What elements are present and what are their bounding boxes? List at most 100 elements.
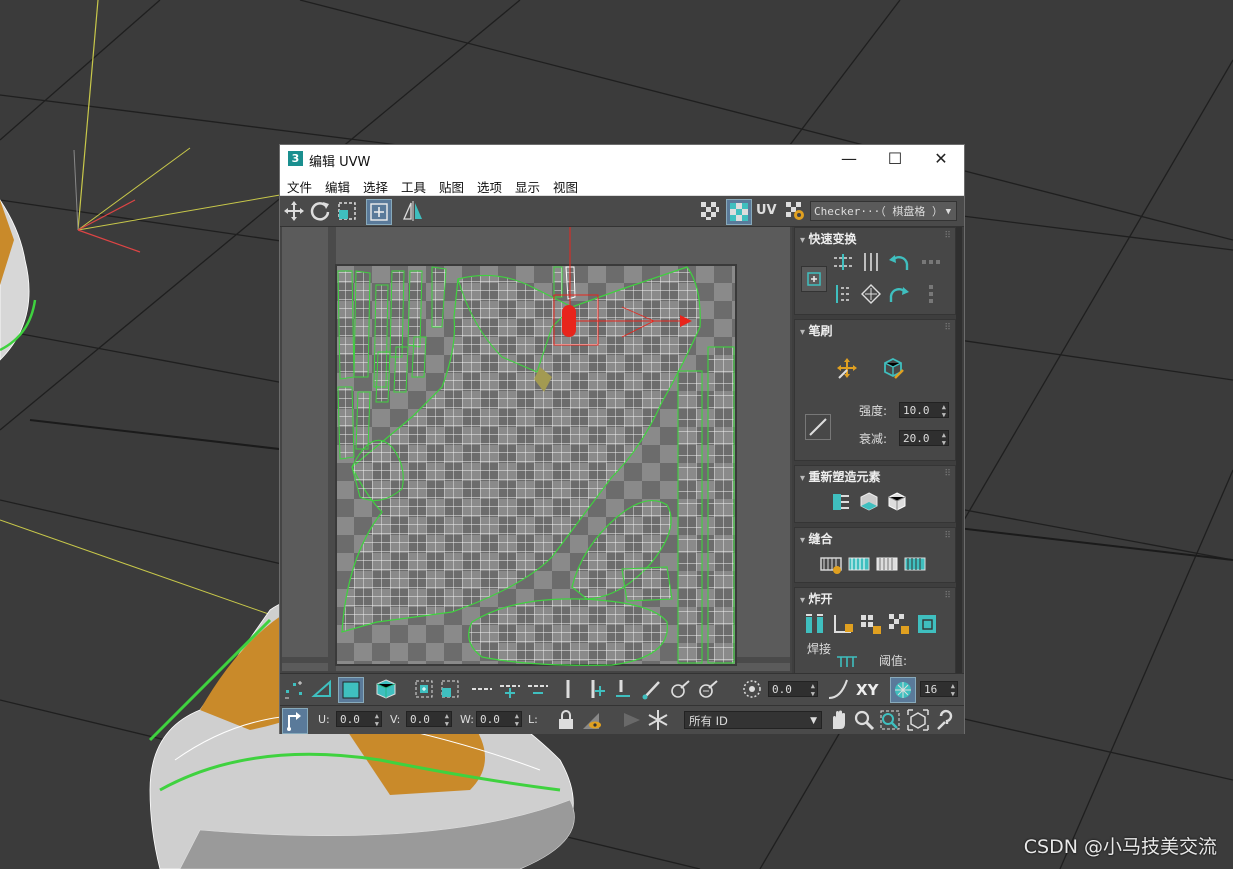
zoom-extents-icon[interactable]: [906, 708, 930, 732]
menu-mapping[interactable]: 贴图: [439, 177, 464, 196]
relax-brush-icon[interactable]: [881, 356, 905, 380]
soft-selection-spinner[interactable]: 0.0 ▲ ▼: [768, 681, 818, 698]
relax-icon[interactable]: [885, 490, 909, 514]
loop-shrink-icon[interactable]: [526, 677, 550, 701]
v-spinner[interactable]: 0.0 ▲ ▼: [406, 711, 452, 728]
stitch-to-target-icon[interactable]: [847, 552, 871, 576]
explode-by-material-icon[interactable]: [887, 612, 911, 636]
loop-grow-icon[interactable]: [498, 677, 522, 701]
rotate-ccw-icon[interactable]: [887, 250, 911, 274]
menu-display[interactable]: 显示: [515, 177, 540, 196]
paint-move-icon[interactable]: [835, 356, 859, 380]
freeze-icon[interactable]: [646, 708, 670, 732]
polygon-mode-icon[interactable]: [338, 677, 364, 703]
break-icon[interactable]: [803, 612, 827, 636]
lock-icon[interactable]: [554, 708, 578, 732]
pivot-align-icon[interactable]: [801, 266, 827, 292]
hide-show-icon[interactable]: [580, 708, 604, 732]
paint-select-shrink-icon[interactable]: [696, 677, 720, 701]
title-bar[interactable]: 3 编辑 UVW — ☐ ✕: [280, 145, 964, 173]
falloff-space-xy-button[interactable]: XY: [856, 681, 878, 699]
freeform-icon[interactable]: [366, 199, 392, 225]
rollout-explode[interactable]: 炸开 ⠿ 焊接 阈值:: [794, 587, 956, 673]
flatten-by-polygon-icon[interactable]: [915, 612, 939, 636]
minimize-button[interactable]: —: [826, 145, 872, 173]
move-icon[interactable]: [282, 199, 306, 223]
rollout-stitch[interactable]: 缝合 ⠿: [794, 527, 956, 583]
menu-edit[interactable]: 编辑: [325, 177, 350, 196]
stitch-to-source-icon[interactable]: [903, 552, 927, 576]
falloff-spinner[interactable]: 20.0 ▲ ▼: [899, 430, 949, 447]
grow-selection-icon[interactable]: [412, 677, 436, 701]
align-to-edge-icon[interactable]: [831, 282, 855, 306]
rotate-icon[interactable]: [308, 199, 332, 223]
falloff-curve-icon[interactable]: [826, 677, 850, 701]
strength-spinner[interactable]: 10.0 ▲ ▼: [899, 402, 949, 419]
pan-hand-icon[interactable]: [826, 708, 850, 732]
ring-grow-icon[interactable]: [584, 677, 608, 701]
spinner-arrows-icon: ▲ ▼: [941, 431, 946, 447]
relax-until-flat-icon[interactable]: [857, 490, 881, 514]
space-horizontal-icon[interactable]: [919, 250, 943, 274]
rollout-reshape-elements[interactable]: 重新塑造元素 ⠿: [794, 465, 956, 523]
strength-label: 强度:: [859, 404, 888, 418]
stitch-average-icon[interactable]: [875, 552, 899, 576]
align-horizontal-icon[interactable]: [831, 250, 855, 274]
spinner-arrows-icon: ▲ ▼: [514, 712, 519, 728]
rotate-cw-icon[interactable]: [887, 282, 911, 306]
paint-select-icon[interactable]: [640, 677, 664, 701]
checker-off-icon[interactable]: [698, 199, 722, 223]
menu-select[interactable]: 选择: [363, 177, 388, 196]
menu-view[interactable]: 视图: [553, 177, 578, 196]
limit-soft-selection-icon[interactable]: [890, 677, 916, 703]
uv-toggle-button[interactable]: UV: [756, 203, 777, 218]
space-vertical-icon[interactable]: [919, 282, 943, 306]
grip-icon: ⠿: [944, 323, 951, 333]
mirror-icon[interactable]: [401, 199, 425, 223]
scale-icon[interactable]: [335, 199, 359, 223]
paint-select-grow-icon[interactable]: [668, 677, 692, 701]
element-mode-icon[interactable]: [374, 677, 398, 701]
rollout-brush[interactable]: 笔刷 ⠿ 强度: 10.0 ▲▼ 衰减: 20.0 ▲▼: [794, 319, 956, 461]
help-icon[interactable]: [934, 708, 958, 732]
shrink-selection-icon[interactable]: [438, 677, 462, 701]
menu-options[interactable]: 选项: [477, 177, 502, 196]
edge-mode-icon[interactable]: [310, 677, 334, 701]
loop-select-icon[interactable]: [470, 677, 494, 701]
material-id-filter-dropdown[interactable]: 所有 ID ▼: [684, 711, 822, 729]
edit-uvw-window[interactable]: 3 编辑 UVW — ☐ ✕ 文件 编辑 选择 工具 贴图 选项 显示 视图 U…: [279, 144, 965, 734]
ring-shrink-icon[interactable]: [612, 677, 636, 701]
absolute-offset-mode-icon[interactable]: [282, 708, 308, 734]
stitch-custom-icon[interactable]: [819, 552, 843, 576]
uv-editor-canvas[interactable]: [282, 227, 790, 671]
zoom-region-icon[interactable]: [878, 708, 902, 732]
straighten-icon[interactable]: [859, 282, 883, 306]
align-vertical-icon[interactable]: [859, 250, 883, 274]
maximize-button[interactable]: ☐: [872, 145, 918, 173]
checker-on-icon[interactable]: [726, 199, 752, 225]
brush-falloff-icon[interactable]: [805, 414, 831, 440]
grid-steps-value: 16: [924, 683, 938, 696]
u-spinner[interactable]: 0.0 ▲ ▼: [336, 711, 382, 728]
weld-label: 焊接: [807, 642, 832, 656]
grid-steps-spinner[interactable]: 16 ▲ ▼: [920, 681, 958, 698]
menu-tools[interactable]: 工具: [401, 177, 426, 196]
rollout-quick-transform[interactable]: 快速变换 ⠿: [794, 227, 956, 315]
menu-file[interactable]: 文件: [287, 177, 312, 196]
checker-map-dropdown[interactable]: Checker···（ 棋盘格 ） ▼: [810, 201, 957, 221]
chevron-down-icon: ▼: [810, 716, 817, 726]
soft-selection-icon[interactable]: [740, 677, 764, 701]
zoom-icon[interactable]: [852, 708, 876, 732]
checker-settings-icon[interactable]: [783, 199, 807, 223]
ring-select-icon[interactable]: [556, 677, 580, 701]
top-toolbar: UV Checker···（ 棋盘格 ） ▼: [280, 196, 964, 227]
weld-selected-icon[interactable]: [835, 654, 859, 668]
panel-scrollbar[interactable]: [956, 227, 962, 673]
straighten-selection-icon[interactable]: [829, 490, 853, 514]
detach-edge-icon[interactable]: [831, 612, 855, 636]
vertex-mode-icon[interactable]: [282, 677, 306, 701]
w-spinner[interactable]: 0.0 ▲ ▼: [476, 711, 522, 728]
sketch-icon[interactable]: [620, 708, 644, 732]
explode-by-smoothing-icon[interactable]: [859, 612, 883, 636]
close-button[interactable]: ✕: [918, 145, 964, 173]
